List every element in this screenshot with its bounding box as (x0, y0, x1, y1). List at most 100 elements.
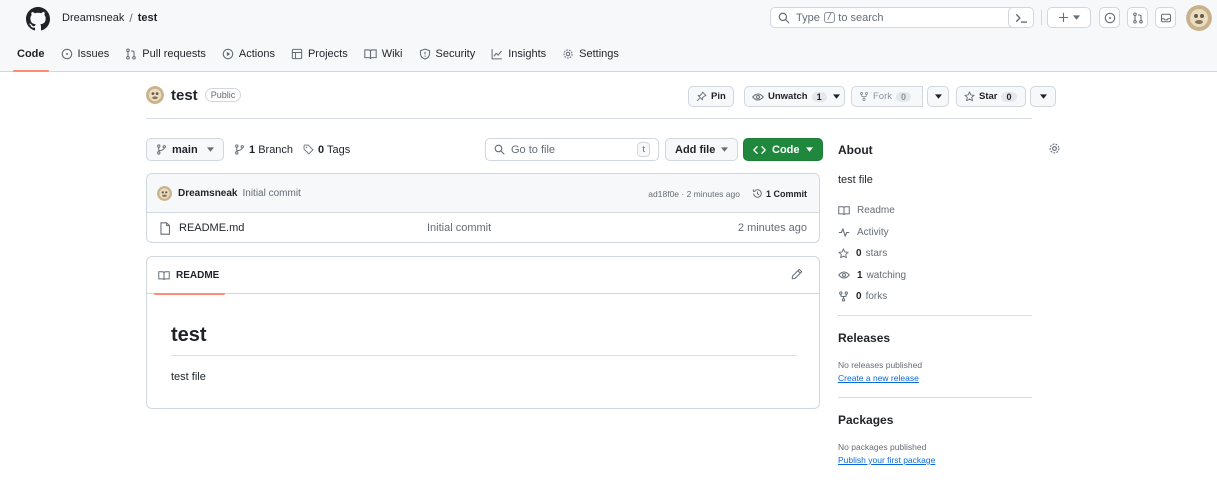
code-button[interactable]: Code (743, 138, 823, 161)
latest-commit-row: Dreamsneak Initial commit ad18f0e · 2 mi… (147, 174, 819, 213)
inbox-button[interactable] (1155, 7, 1176, 28)
triangle-down-icon (721, 147, 729, 152)
branch-tag-summary: 1 Branch 0 Tags (234, 138, 350, 161)
issues-button[interactable] (1099, 7, 1120, 28)
tag-icon (303, 144, 314, 155)
readme-body: test test file (147, 324, 819, 383)
breadcrumb-owner[interactable]: Dreamsneak (62, 12, 124, 24)
go-to-file-input[interactable]: Go to file t (485, 138, 659, 161)
add-file-button[interactable]: Add file (665, 138, 739, 161)
git-pull-request-icon (1132, 11, 1144, 24)
fork-dropdown-button[interactable] (927, 86, 949, 107)
history-icon (752, 188, 763, 199)
tab-insights-label: Insights (508, 48, 547, 60)
fork-label: Fork (873, 91, 892, 102)
about-item-watching[interactable]: 1 watching (838, 265, 906, 287)
triangle-down-icon (206, 147, 214, 152)
unwatch-button[interactable]: Unwatch 1 (744, 86, 845, 107)
about-item-activity[interactable]: Activity (838, 222, 906, 244)
packages-note: No packages published (838, 442, 927, 452)
about-item-forks[interactable]: 0 forks (838, 286, 906, 308)
about-item-stars[interactable]: 0 stars (838, 243, 906, 265)
star-icon (838, 248, 849, 259)
fork-button[interactable]: Fork 0 (851, 86, 923, 107)
inbox-icon (1160, 12, 1172, 24)
packages-title[interactable]: Packages (838, 413, 893, 427)
file-list: Dreamsneak Initial commit ad18f0e · 2 mi… (146, 173, 820, 243)
book-icon (838, 205, 850, 216)
tab-wiki[interactable]: Wiki (364, 40, 403, 68)
tab-issues[interactable]: Issues (61, 40, 109, 68)
star-button[interactable]: Star 0 (956, 86, 1026, 107)
triangle-down-icon (805, 147, 813, 152)
readme-tab[interactable]: README (153, 257, 226, 295)
about-item-label: Activity (857, 226, 889, 238)
repo-forked-icon (859, 91, 869, 102)
star-dropdown-button[interactable] (1030, 86, 1056, 107)
tab-projects[interactable]: Projects (291, 40, 348, 68)
readme-paragraph: test file (171, 371, 206, 383)
about-item-readme[interactable]: Readme (838, 200, 906, 222)
releases-title[interactable]: Releases (838, 331, 890, 345)
title-divider (146, 118, 1032, 119)
watch-count: 1 (811, 91, 827, 102)
tab-settings[interactable]: Settings (562, 40, 619, 68)
star-icon (964, 91, 975, 102)
about-item-label: stars (865, 248, 888, 260)
gear-icon (562, 48, 574, 60)
repo-title: test Public (146, 86, 242, 104)
visibility-badge: Public (204, 88, 242, 102)
pencil-icon[interactable] (791, 268, 803, 280)
shield-icon (419, 48, 431, 60)
file-row[interactable]: README.md Initial commit 2 minutes ago (147, 213, 819, 242)
about-item-count: 1 (857, 269, 863, 281)
github-logo-icon[interactable] (26, 7, 50, 31)
breadcrumb-separator: / (129, 11, 133, 25)
pulse-icon (838, 227, 850, 238)
tab-pull-requests[interactable]: Pull requests (125, 40, 206, 68)
tags-link[interactable]: 0 Tags (318, 144, 350, 156)
tab-insights[interactable]: Insights (491, 40, 546, 68)
branches-link[interactable]: 1 Branch (249, 144, 293, 156)
tab-actions[interactable]: Actions (222, 40, 275, 68)
about-item-label: forks (865, 291, 888, 303)
branch-select-button[interactable]: main (146, 138, 224, 161)
go-to-file-shortcut: t (637, 142, 650, 157)
global-search-input[interactable]: Type / to search (770, 7, 1033, 28)
issue-opened-icon (61, 48, 73, 60)
owner-avatar[interactable] (146, 86, 164, 104)
pin-label: Pin (711, 91, 726, 102)
gear-icon[interactable] (1048, 142, 1061, 155)
book-icon (364, 48, 377, 60)
commit-author[interactable]: Dreamsneak (178, 188, 237, 199)
about-description: test file (838, 174, 873, 186)
search-placeholder-prefix: Type (796, 11, 820, 24)
commit-message[interactable]: Initial commit (242, 188, 300, 199)
publish-package-link[interactable]: Publish your first package (838, 455, 935, 465)
pin-button[interactable]: Pin (688, 86, 734, 107)
commit-author-avatar[interactable] (157, 185, 172, 201)
fork-count: 0 (896, 91, 912, 102)
go-to-file-placeholder: Go to file (511, 143, 556, 156)
tab-security[interactable]: Security (419, 40, 475, 68)
file-name[interactable]: README.md (179, 222, 244, 234)
pin-icon (696, 91, 707, 102)
tab-wiki-label: Wiki (381, 48, 403, 60)
branch-label: Branch (258, 143, 294, 156)
repo-name[interactable]: test (171, 87, 198, 104)
file-commit-message[interactable]: Initial commit (427, 222, 491, 234)
triangle-down-icon (1039, 94, 1047, 99)
user-avatar[interactable] (1186, 5, 1212, 31)
commit-history-link[interactable]: 1 Commit (752, 188, 807, 199)
create-new-button[interactable] (1047, 7, 1091, 28)
tab-code[interactable]: Code (13, 40, 48, 72)
code-icon (753, 145, 766, 155)
pull-requests-button[interactable] (1127, 7, 1148, 28)
breadcrumb-repo[interactable]: test (138, 12, 158, 24)
commit-sha-time[interactable]: ad18f0e · 2 minutes ago (648, 189, 740, 199)
command-palette-button[interactable] (1008, 7, 1034, 28)
create-release-link[interactable]: Create a new release (838, 373, 919, 383)
terminal-icon (1015, 12, 1028, 24)
readme-header: README (147, 257, 819, 295)
sidebar-divider (838, 315, 1032, 316)
